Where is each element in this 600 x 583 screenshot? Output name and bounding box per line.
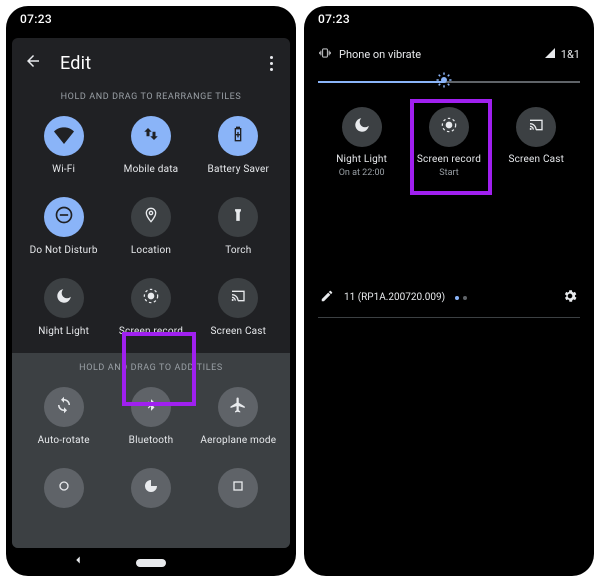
qs-edit-panel: Edit HOLD AND DRAG TO REARRANGE TILES Wi…: [12, 38, 290, 548]
nav-back-icon[interactable]: [71, 552, 85, 571]
tile-auto-rotate[interactable]: Auto-rotate: [20, 387, 107, 446]
tile-battery-saver[interactable]: Battery Saver: [195, 116, 282, 175]
torch-icon: [231, 206, 245, 228]
tile-aeroplane[interactable]: Aeroplane mode: [195, 387, 282, 446]
tile-partial-3[interactable]: [195, 468, 282, 508]
airplane-icon: [229, 396, 247, 418]
build-version: 11 (RP1A.200720.009): [344, 292, 445, 303]
battery-icon: [230, 125, 246, 147]
active-tiles-grid: Wi-Fi Mobile data Battery Saver: [12, 112, 290, 351]
wifi-icon: [54, 124, 74, 148]
statusbar-left: 07:23: [6, 6, 296, 32]
gear-icon[interactable]: [562, 288, 578, 307]
brightness-thumb-icon[interactable]: [435, 71, 453, 93]
edit-icon[interactable]: [320, 289, 334, 306]
qs-tile-night-light[interactable]: Night Light On at 22:00: [322, 107, 402, 178]
clock-right: 07:23: [318, 12, 350, 26]
screen-record-icon: [141, 286, 161, 310]
tile-location[interactable]: Location: [107, 197, 194, 256]
rearrange-caption: HOLD AND DRAG TO REARRANGE TILES: [12, 84, 290, 112]
tile-wifi[interactable]: Wi-Fi: [20, 116, 107, 175]
tile-partial-1[interactable]: [20, 468, 107, 508]
page-indicator: [455, 296, 467, 300]
nav-home-icon[interactable]: [136, 552, 166, 571]
moon-icon: [55, 287, 73, 309]
signal-icon: [544, 47, 556, 62]
overflow-menu-icon[interactable]: [270, 56, 274, 71]
qs-divider: [318, 317, 580, 318]
qs-footer: 11 (RP1A.200720.009): [318, 288, 580, 307]
highlight-screen-record-left: [122, 332, 196, 406]
generic-icon: [56, 478, 72, 498]
tile-night-light[interactable]: Night Light: [20, 278, 107, 337]
tile-mobile-data[interactable]: Mobile data: [107, 116, 194, 175]
tile-screen-record[interactable]: Screen record: [107, 278, 194, 337]
location-icon: [143, 206, 159, 228]
navbar-left: [6, 546, 296, 576]
page-title: Edit: [60, 53, 270, 74]
back-icon[interactable]: [24, 52, 42, 74]
brightness-fill: [318, 81, 444, 83]
phone-left: 07:23 Edit HOLD AND DRAG TO REARRANGE TI…: [6, 6, 296, 576]
tile-screen-cast[interactable]: Screen Cast: [195, 278, 282, 337]
rotate-icon: [55, 396, 73, 418]
qs-tile-screen-cast[interactable]: Screen Cast: [496, 107, 576, 178]
vibrate-icon: [318, 46, 332, 63]
vibrate-status: Phone on vibrate: [339, 48, 421, 61]
generic-icon: [230, 478, 246, 498]
generic-icon: [143, 478, 159, 498]
dnd-icon: [54, 205, 74, 229]
sim-carrier: 1&1: [561, 48, 580, 61]
highlight-screen-record-right: [410, 99, 492, 195]
tile-partial-2[interactable]: [107, 468, 194, 508]
cast-icon: [527, 117, 545, 137]
swap-icon: [142, 125, 160, 147]
moon-icon: [353, 116, 371, 138]
clock-left: 07:23: [20, 12, 52, 26]
tile-dnd[interactable]: Do Not Disturb: [20, 197, 107, 256]
statusbar-right: 07:23: [304, 6, 594, 32]
tile-torch[interactable]: Torch: [195, 197, 282, 256]
cast-icon: [229, 288, 247, 308]
phone-right: 07:23 Phone on vibrate 1&1: [304, 6, 594, 576]
brightness-slider[interactable]: [318, 81, 580, 83]
